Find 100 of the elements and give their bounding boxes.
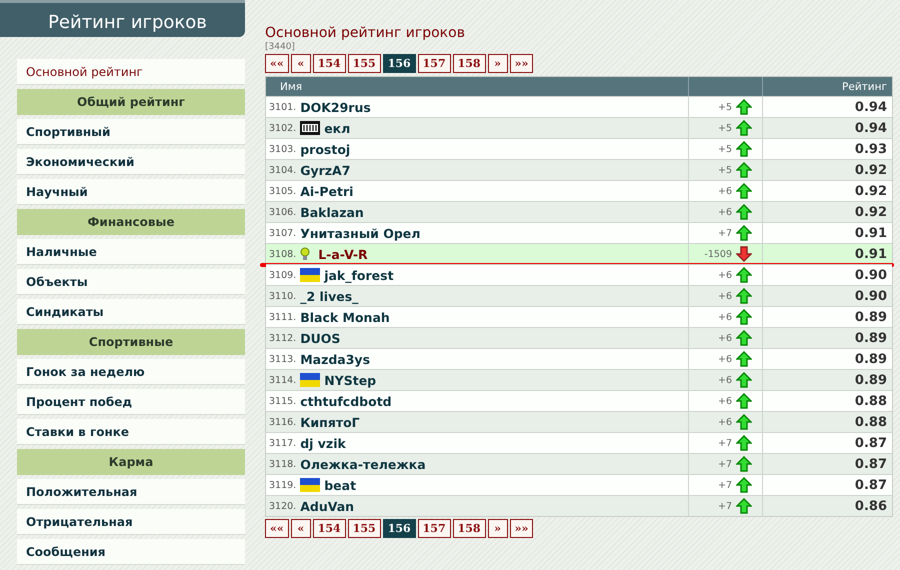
rank-number: 3106. [269,206,296,218]
rank-change: +6 [718,416,732,428]
rank-change: +6 [718,354,732,364]
player-name[interactable]: L-a-V-R [318,246,368,262]
sidebar-item[interactable]: Экономический [17,149,245,175]
rank-change: +7 [718,438,732,448]
table-row[interactable]: 3109. jak_forest +6 0.90 [266,264,892,285]
rank-change: +6 [718,396,732,406]
rating-value: 0.94 [854,100,887,114]
table-row[interactable]: 3106. Baklazan +6 0.92 [266,201,892,222]
sidebar-section-header: Финансовые [17,209,245,235]
player-name[interactable]: Олежка-тележка [300,456,426,472]
rank-change: +7 [718,480,732,490]
rating-value: 0.88 [854,414,887,430]
sidebar-item[interactable]: Наличные [17,239,245,265]
sidebar-item[interactable]: Сообщения [17,539,245,565]
player-name[interactable]: Ai-Petri [300,184,354,198]
table-row[interactable]: 3118. Олежка-тележка +7 0.87 [266,453,892,474]
sidebar-item[interactable]: Спортивный [17,119,245,145]
player-name[interactable]: _2 lives_ [300,288,358,304]
rating-value: 0.93 [854,142,887,156]
player-name[interactable]: AduVan [300,498,354,514]
table-row[interactable]: 3110. _2 lives_ +6 0.90 [266,285,892,306]
rank-change: +5 [718,144,732,154]
sidebar-item[interactable]: Основной рейтинг [17,59,245,85]
player-name[interactable]: dj vzik [300,436,346,450]
rating-value: 0.90 [854,288,887,304]
page-link[interactable]: 156 [382,54,416,73]
sidebar-title: Рейтинг игроков [0,0,245,37]
player-name[interactable]: Baklazan [300,204,364,220]
rank-number: 3110. [269,290,296,302]
table-row[interactable]: 3102. екл +5 0.94 [266,117,892,138]
page-link[interactable]: 157 [418,519,451,538]
player-name[interactable]: DOK29rus [300,100,371,114]
table-row[interactable]: 3112. DUOS +6 0.89 [266,327,892,348]
sidebar-item[interactable]: Синдикаты [17,299,245,325]
player-name[interactable]: jak_forest [324,268,394,282]
table-row[interactable]: 3115. cthtufcdbotd +6 0.88 [266,390,892,411]
lightbulb-icon [300,247,310,261]
page-link[interactable]: »» [510,519,534,538]
sidebar-section-header: Карма [17,449,245,475]
rank-change: +7 [718,500,732,512]
player-name[interactable]: cthtufcdbotd [300,394,392,408]
sidebar-item[interactable]: Объекты [17,269,245,295]
table-row[interactable]: 3105. Ai-Petri +6 0.92 [266,180,892,201]
page-link[interactable]: «« [265,54,289,73]
page-link[interactable]: 158 [452,54,486,73]
page-link[interactable]: 155 [348,519,381,538]
sidebar-item[interactable]: Отрицательная [17,509,245,535]
sidebar-item[interactable]: Ставки в гонке [17,419,245,445]
rating-value: 0.90 [854,268,887,282]
sidebar-item[interactable]: Гонок за неделю [17,359,245,385]
player-name[interactable]: NYStep [324,372,376,388]
player-name[interactable]: Унитазный Орел [300,226,420,240]
player-name[interactable]: КипятоГ [300,414,360,430]
player-name[interactable]: beat [324,478,356,492]
rank-number: 3119. [269,480,296,490]
table-row[interactable]: 3116. КипятоГ +6 0.88 [266,411,892,432]
rank-number: 3102. [269,122,296,134]
rank-number: 3117. [269,438,296,448]
page-link[interactable]: 156 [382,519,416,538]
rank-change: +6 [718,312,732,322]
rating-value: 0.89 [854,310,887,324]
page-link[interactable]: « [290,54,311,73]
rating-value: 0.89 [854,330,887,346]
sidebar-item[interactable]: Процент побед [17,389,245,415]
sidebar-item[interactable]: Научный [17,179,245,205]
page-title: Основной рейтинг игроков [265,24,466,42]
page-link[interactable]: »» [510,54,534,73]
rating-value: 0.89 [854,352,887,366]
table-row[interactable]: 3119. beat +7 0.87 [266,474,892,495]
sidebar-item[interactable]: Положительная [17,479,245,505]
rank-change: +7 [718,228,732,238]
page-link[interactable]: 154 [312,54,346,73]
table-row[interactable]: 3111. Black Monah +6 0.89 [266,306,892,327]
page-link[interactable]: » [488,519,508,538]
table-row[interactable]: 3101. DOK29rus +5 0.94 [266,96,892,117]
player-name[interactable]: Black Monah [300,310,390,324]
rating-value: 0.92 [854,162,887,178]
player-name[interactable]: GyrzA7 [300,162,350,178]
table-row[interactable]: 3113. Mazda3ys +6 0.89 [266,348,892,369]
player-name[interactable]: DUOS [300,330,340,346]
table-row[interactable]: 3107. Унитазный Орел +7 0.91 [266,222,892,243]
table-row[interactable]: 3120. AduVan +7 0.86 [266,495,892,516]
page-link[interactable]: 154 [312,519,346,538]
rank-change: +6 [718,332,732,344]
player-name[interactable]: екл [324,120,350,136]
page-link[interactable]: « [290,519,311,538]
page-link[interactable]: 157 [418,54,451,73]
table-row[interactable]: 3117. dj vzik +7 0.87 [266,432,892,453]
page-link[interactable]: 155 [348,54,381,73]
player-name[interactable]: Mazda3ys [300,352,370,366]
page-link[interactable]: «« [265,519,289,538]
rank-number: 3107. [269,228,296,238]
page-link[interactable]: 158 [452,519,486,538]
table-row[interactable]: 3103. prostoj +5 0.93 [266,138,892,159]
table-row[interactable]: 3114. NYStep +6 0.89 [266,369,892,390]
page-link[interactable]: » [488,54,508,73]
player-name[interactable]: prostoj [300,142,350,156]
table-row[interactable]: 3104. GyrzA7 +5 0.92 [266,159,892,180]
